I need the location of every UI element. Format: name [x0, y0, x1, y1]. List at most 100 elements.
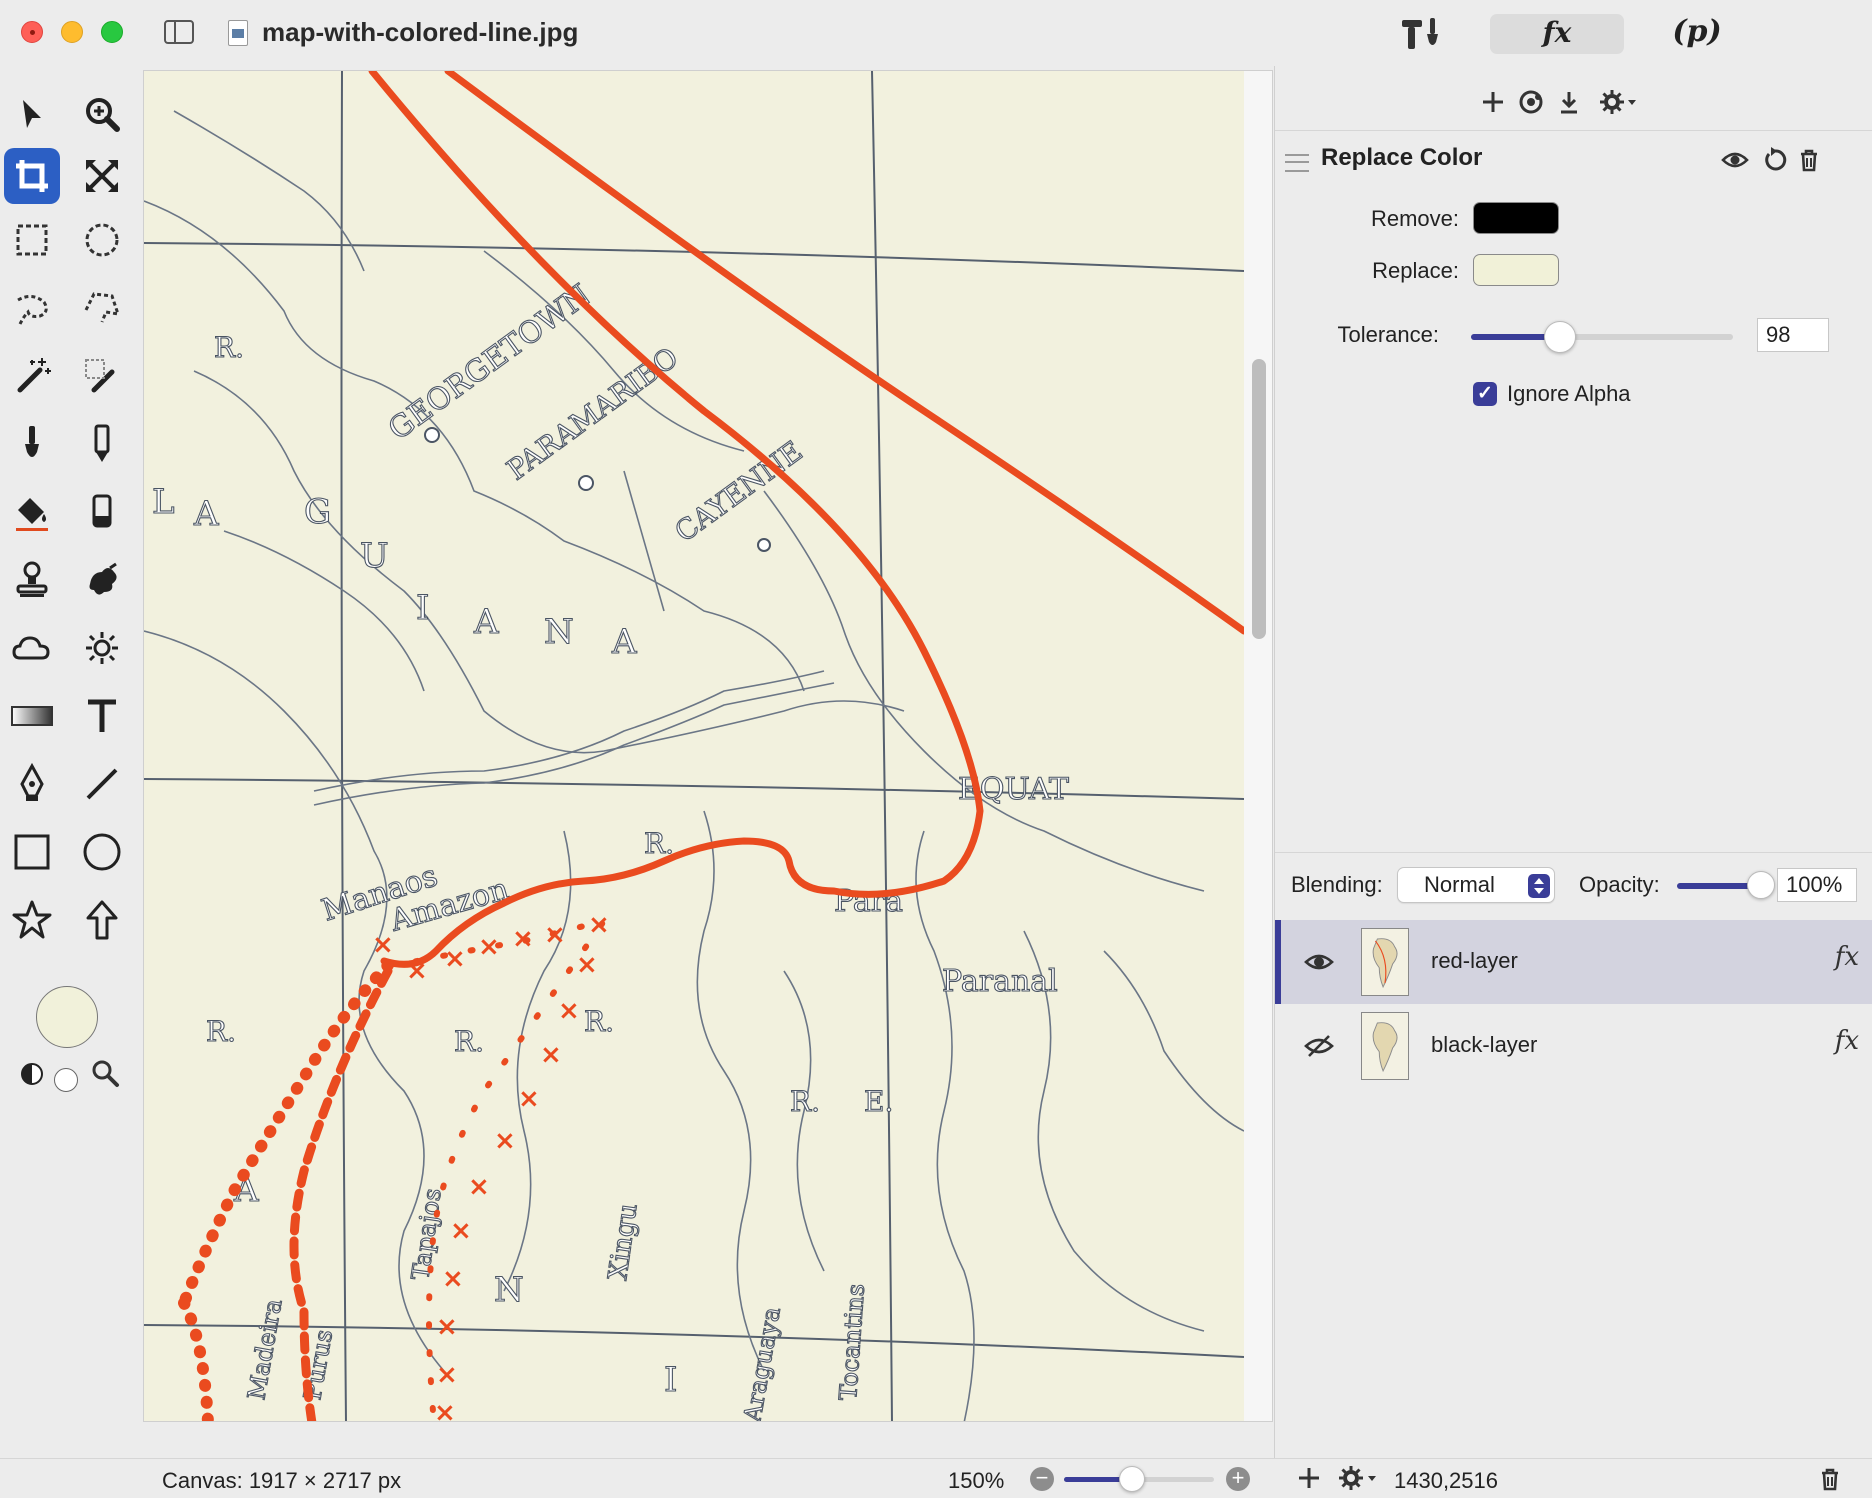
rect-select-tool-icon[interactable]	[4, 212, 60, 268]
tolerance-field[interactable]	[1757, 318, 1829, 352]
blur-tool-icon[interactable]	[4, 620, 60, 676]
gradient-tool-icon[interactable]	[4, 688, 60, 744]
window-title: map-with-colored-line.jpg	[262, 17, 579, 47]
svg-text:×: ×	[444, 944, 466, 974]
delete-layer-trash-icon[interactable]	[1816, 1465, 1844, 1493]
eraser-tool-icon[interactable]	[74, 484, 130, 540]
effect-toolbar	[1475, 84, 1675, 124]
foreground-color-well[interactable]	[36, 986, 98, 1048]
pencil-tool-icon[interactable]	[74, 416, 130, 472]
blending-select[interactable]: Normal	[1397, 867, 1555, 903]
line-tool-icon[interactable]	[74, 756, 130, 812]
vertical-scroll-thumb[interactable]	[1252, 359, 1266, 639]
svg-text:×: ×	[450, 1216, 472, 1246]
tab-effects[interactable]: fx	[1490, 14, 1624, 54]
svg-text:×: ×	[478, 932, 500, 962]
smudge-tool-icon[interactable]	[74, 552, 130, 608]
polygon-lasso-tool-icon[interactable]	[74, 280, 130, 336]
svg-text:×: ×	[518, 1084, 540, 1114]
divider	[1275, 852, 1872, 853]
rectangle-tool-icon[interactable]	[4, 824, 60, 880]
effect-visibility-eye-icon[interactable]	[1719, 144, 1751, 176]
layer-effects-icon[interactable]: fx	[1835, 1026, 1859, 1056]
layer-row[interactable]: red-layer fx	[1275, 920, 1872, 1004]
arrow-select-tool-icon[interactable]	[4, 86, 60, 142]
star-tool-icon[interactable]	[4, 892, 60, 948]
canvas-size-info: Canvas: 1917 × 2717 px	[162, 1468, 402, 1493]
svg-text:×: ×	[468, 1172, 490, 1202]
svg-text:×: ×	[406, 956, 428, 986]
layer-hidden-eye-icon[interactable]	[1303, 1030, 1335, 1062]
minimize-window-button[interactable]	[61, 21, 83, 43]
svg-text:×: ×	[588, 910, 610, 940]
map-label: L	[152, 482, 175, 522]
zoom-level: 150%	[948, 1468, 1005, 1493]
circle-tool-icon[interactable]	[74, 824, 130, 880]
map-label: A	[611, 622, 637, 662]
opacity-slider-knob[interactable]	[1747, 871, 1775, 899]
zoom-slider-knob[interactable]	[1118, 1466, 1145, 1492]
map-label: E.	[864, 1085, 893, 1118]
svg-text:×: ×	[436, 1312, 458, 1342]
layer-row[interactable]: black-layer fx	[1275, 1004, 1872, 1088]
drag-handle-icon[interactable]	[1285, 154, 1309, 172]
clone-stamp-tool-icon[interactable]	[4, 552, 60, 608]
zoom-in-button[interactable]: +	[1226, 1467, 1250, 1491]
close-window-button[interactable]	[21, 21, 43, 43]
pen-tool-icon[interactable]	[4, 756, 60, 812]
arrow-shape-tool-icon[interactable]	[74, 892, 130, 948]
add-layer-icon[interactable]	[1294, 1463, 1324, 1493]
brush-tool-icon[interactable]	[4, 416, 60, 472]
map-image[interactable]: GEORGETOWN PARAMARIBO CAYENNE G U I A N …	[144, 71, 1244, 1422]
tolerance-slider-knob[interactable]	[1544, 321, 1577, 353]
layer-name: red-layer	[1431, 948, 1518, 973]
magic-wand-tool-icon[interactable]	[4, 348, 60, 404]
opacity-label: Opacity:	[1579, 872, 1660, 897]
text-tool-icon[interactable]	[74, 688, 130, 744]
svg-text:×: ×	[372, 930, 394, 960]
color-picker-icon[interactable]	[90, 1058, 120, 1088]
remove-label: Remove:	[1370, 206, 1459, 231]
tab-properties[interactable]: (p)	[1662, 12, 1732, 54]
layer-effects-icon[interactable]: fx	[1835, 942, 1859, 972]
zoom-out-button[interactable]: −	[1030, 1467, 1054, 1491]
transform-tool-icon[interactable]	[74, 148, 130, 204]
ellipse-select-tool-icon[interactable]	[74, 212, 130, 268]
layer-visible-eye-icon[interactable]	[1303, 946, 1335, 978]
crop-tool-icon[interactable]	[4, 148, 60, 204]
layer-name: black-layer	[1431, 1032, 1538, 1057]
replace-color-swatch[interactable]	[1473, 254, 1559, 286]
effect-presets-icon[interactable]	[1513, 84, 1549, 120]
hammer-brush-icon	[1402, 18, 1438, 49]
default-colors-icon[interactable]	[54, 1068, 78, 1092]
brightness-tool-icon[interactable]	[74, 620, 130, 676]
zoom-tool-icon[interactable]	[74, 86, 130, 142]
tab-tools[interactable]	[1390, 14, 1454, 54]
apply-effect-icon[interactable]	[1551, 84, 1587, 120]
opacity-field[interactable]	[1777, 868, 1857, 902]
status-bar: Canvas: 1917 × 2717 px 150% − + 1430,251…	[0, 1458, 1872, 1498]
map-label: Paranal	[942, 964, 1058, 999]
color-select-wand-icon[interactable]	[74, 348, 130, 404]
layer-thumbnail	[1361, 1012, 1409, 1080]
chevron-up-down-icon	[1528, 874, 1550, 898]
map-label: I	[416, 588, 429, 628]
cursor-coordinates: 1430,2516	[1394, 1468, 1498, 1493]
sidebar-toggle-icon[interactable]	[164, 20, 194, 44]
canvas-area[interactable]: GEORGETOWN PARAMARIBO CAYENNE G U I A N …	[143, 70, 1273, 1422]
map-label: R.	[584, 1005, 614, 1038]
svg-text:×: ×	[442, 1264, 464, 1294]
zoom-window-button[interactable]	[101, 21, 123, 43]
delete-effect-trash-icon[interactable]	[1793, 144, 1825, 176]
lasso-tool-icon[interactable]	[4, 280, 60, 336]
ignore-alpha-checkbox[interactable]: ✓	[1473, 382, 1497, 406]
remove-color-swatch[interactable]	[1473, 202, 1559, 234]
svg-text:×: ×	[494, 1126, 516, 1156]
swap-colors-icon[interactable]	[20, 1062, 44, 1086]
effect-gear-icon[interactable]	[1593, 84, 1643, 120]
layer-gear-icon[interactable]	[1336, 1463, 1380, 1493]
add-effect-icon[interactable]	[1475, 84, 1511, 120]
title-bar: map-with-colored-line.jpg fx (p)	[0, 0, 1872, 66]
paint-bucket-tool-icon[interactable]	[4, 484, 60, 540]
reset-effect-icon[interactable]	[1759, 144, 1791, 176]
